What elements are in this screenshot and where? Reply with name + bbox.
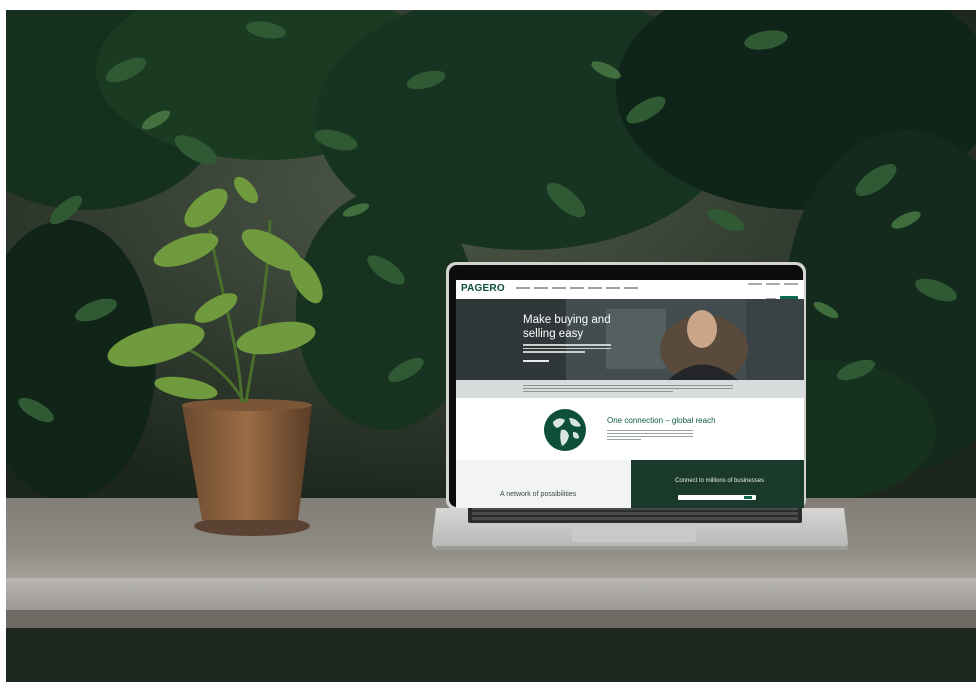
utility-link[interactable]: [748, 283, 762, 285]
table-lower-edge: [6, 610, 976, 628]
laptop-screen-webpage: PAGERO Make buying and selling easy One …: [456, 280, 804, 508]
hero-link[interactable]: [523, 360, 549, 362]
utility-link[interactable]: [784, 283, 798, 285]
nav-link[interactable]: [624, 287, 638, 289]
nav-links: [516, 287, 642, 291]
connect-panel: Connect to millions of businesses: [631, 460, 804, 508]
globe-icon: [544, 409, 586, 451]
hero-banner: Make buying and selling easy: [456, 299, 804, 380]
possibilities-panel: A network of possibilities: [456, 460, 631, 508]
foreground-dark: [6, 628, 976, 682]
pagero-logo[interactable]: PAGERO: [461, 283, 505, 295]
info-strip: [456, 380, 804, 398]
search-button[interactable]: [744, 496, 752, 499]
nav-link[interactable]: [552, 287, 566, 289]
plant-pot: [182, 405, 312, 520]
possibilities-title: A network of possibilities: [500, 491, 577, 498]
nav-link[interactable]: [534, 287, 548, 289]
site-navbar: PAGERO: [456, 280, 804, 302]
person-face: [687, 310, 717, 348]
hero-subtitle: [523, 344, 611, 353]
photo: PAGERO Make buying and selling easy One …: [6, 10, 976, 682]
section-body: [607, 430, 693, 442]
trackpad: [572, 526, 696, 542]
bottom-panels: A network of possibilities Connect to mi…: [456, 460, 804, 508]
business-search-input[interactable]: [678, 495, 756, 500]
hero-title: Make buying and selling easy: [523, 314, 611, 340]
global-reach-section: One connection – global reach: [456, 398, 804, 460]
section-title: One connection – global reach: [607, 416, 716, 425]
nav-link[interactable]: [516, 287, 530, 289]
connect-title: Connect to millions of businesses: [675, 478, 765, 484]
utility-links: [744, 283, 798, 286]
nav-link[interactable]: [606, 287, 620, 289]
nav-link[interactable]: [588, 287, 602, 289]
table-edge: [6, 578, 976, 610]
nav-link[interactable]: [570, 287, 584, 289]
nav-actions: [766, 290, 798, 302]
utility-link[interactable]: [766, 283, 780, 285]
